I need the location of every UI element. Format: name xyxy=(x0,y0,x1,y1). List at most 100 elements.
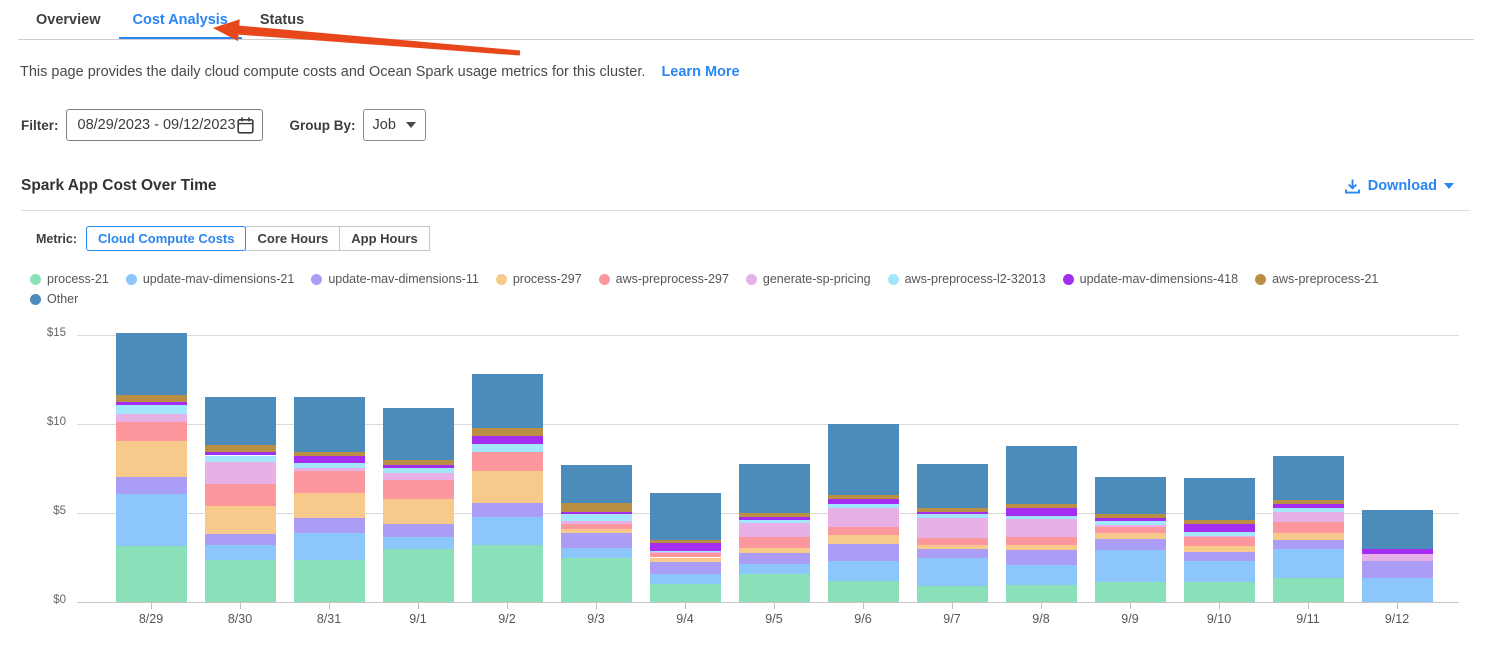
legend-item-process-297[interactable]: process-297 xyxy=(496,272,582,286)
bar-segment-9/2-update-mav-dimensions-418 xyxy=(472,436,543,444)
bar-segment-8/31-other xyxy=(294,397,365,452)
x-axis-tick xyxy=(1308,603,1309,609)
bar-segment-9/10-process-297 xyxy=(1184,546,1255,552)
bar-segment-8/29-update-mav-dimensions-11 xyxy=(116,477,187,495)
bar-segment-9/6-process-21 xyxy=(828,581,899,602)
bar-segment-9/8-aws-preprocess-297 xyxy=(1006,537,1077,545)
bar-segment-9/5-other xyxy=(739,464,810,513)
bar-segment-9/4-update-mav-dimensions-418 xyxy=(650,543,721,550)
legend-dot xyxy=(1255,274,1266,285)
bar-segment-9/5-update-mav-dimensions-21 xyxy=(739,564,810,573)
bar-segment-8/29-generate-sp-pricing xyxy=(116,414,187,422)
metric-option-app-hours[interactable]: App Hours xyxy=(339,226,429,251)
metric-option-core-hours[interactable]: Core Hours xyxy=(245,226,340,251)
x-axis-tick xyxy=(863,603,864,609)
legend-item-update-mav-dimensions-11[interactable]: update-mav-dimensions-11 xyxy=(311,272,479,286)
metric-option-cloud-compute-costs[interactable]: Cloud Compute Costs xyxy=(86,226,247,251)
x-axis-tick xyxy=(418,603,419,609)
bar-segment-9/2-process-297 xyxy=(472,471,543,503)
bar-segment-8/31-process-21 xyxy=(294,560,365,602)
tab-status[interactable]: Status xyxy=(246,0,318,40)
bar-segment-9/1-other xyxy=(383,408,454,460)
download-button[interactable]: Download xyxy=(1344,178,1454,195)
bar-segment-9/7-update-mav-dimensions-21 xyxy=(917,558,988,586)
legend-item-other[interactable]: Other xyxy=(30,292,78,306)
description-text: This page provides the daily cloud compu… xyxy=(20,64,645,80)
bar-segment-9/10-process-21 xyxy=(1184,582,1255,602)
bar-segment-9/4-process-297 xyxy=(650,558,721,562)
bar-segment-9/8-process-297 xyxy=(1006,545,1077,550)
bar-segment-9/12-other xyxy=(1362,510,1433,549)
x-axis-tick xyxy=(685,603,686,609)
bar-segment-9/9-aws-preprocess-21 xyxy=(1095,514,1166,518)
x-axis-tick-label: 9/3 xyxy=(561,612,631,626)
bar-segment-9/11-aws-preprocess-l2-32013 xyxy=(1273,508,1344,511)
bar-segment-9/8-other xyxy=(1006,446,1077,505)
bar-segment-8/31-aws-preprocess-l2-32013 xyxy=(294,463,365,468)
bar-segment-9/7-process-297 xyxy=(917,545,988,549)
x-axis-tick-label: 9/5 xyxy=(739,612,809,626)
bar-segment-9/4-generate-sp-pricing xyxy=(650,552,721,553)
chart-legend: process-21 update-mav-dimensions-21 update… xyxy=(30,272,1430,306)
bar-segment-8/29-aws-preprocess-21 xyxy=(116,395,187,402)
bar-segment-9/4-aws-preprocess-297 xyxy=(650,553,721,558)
legend-item-update-mav-dimensions-21[interactable]: update-mav-dimensions-21 xyxy=(126,272,294,286)
bar-segment-9/2-other xyxy=(472,374,543,428)
bar-segment-8/30-process-297 xyxy=(205,506,276,534)
bar-segment-9/11-update-mav-dimensions-21 xyxy=(1273,549,1344,577)
x-axis-tick-label: 9/8 xyxy=(1006,612,1076,626)
bar-segment-9/6-update-mav-dimensions-11 xyxy=(828,544,899,561)
page-description: This page provides the daily cloud compu… xyxy=(20,64,740,80)
bar-segment-9/1-process-21 xyxy=(383,549,454,602)
group-by-label: Group By: xyxy=(290,118,356,133)
bar-segment-9/3-process-297 xyxy=(561,529,632,533)
bar-segment-9/9-process-21 xyxy=(1095,582,1166,602)
bar-segment-9/4-aws-preprocess-21 xyxy=(650,540,721,543)
section-title: Spark App Cost Over Time xyxy=(21,177,217,195)
legend-item-update-mav-dimensions-418[interactable]: update-mav-dimensions-418 xyxy=(1063,272,1238,286)
bar-segment-9/8-aws-preprocess-l2-32013 xyxy=(1006,516,1077,519)
legend-item-aws-preprocess-297[interactable]: aws-preprocess-297 xyxy=(599,272,729,286)
date-range-value: 08/29/2023 - 09/12/2023 xyxy=(78,117,236,133)
x-axis-tick xyxy=(240,603,241,609)
legend-label: update-mav-dimensions-21 xyxy=(143,272,294,286)
tab-cost-analysis[interactable]: Cost Analysis xyxy=(119,0,242,40)
stacked-bar-chart: $0$5$10$158/298/308/319/19/29/39/49/59/6… xyxy=(0,322,1490,640)
group-by-select[interactable]: Job xyxy=(363,109,426,141)
legend-item-aws-preprocess-21[interactable]: aws-preprocess-21 xyxy=(1255,272,1378,286)
date-range-input[interactable]: 08/29/2023 - 09/12/2023 xyxy=(66,109,263,141)
bar-segment-9/10-other xyxy=(1184,478,1255,520)
legend-label: process-297 xyxy=(513,272,582,286)
bar-segment-9/12-generate-sp-pricing xyxy=(1362,554,1433,561)
bar-segment-9/6-update-mav-dimensions-418 xyxy=(828,499,899,504)
bar-segment-9/8-update-mav-dimensions-11 xyxy=(1006,550,1077,564)
bar-segment-9/2-update-mav-dimensions-11 xyxy=(472,503,543,517)
y-axis-tick-label: $15 xyxy=(20,327,66,339)
x-axis-tick xyxy=(1130,603,1131,609)
bar-segment-9/11-other xyxy=(1273,456,1344,500)
bar-segment-9/10-update-mav-dimensions-21 xyxy=(1184,561,1255,582)
x-axis-tick xyxy=(329,603,330,609)
legend-item-generate-sp-pricing[interactable]: generate-sp-pricing xyxy=(746,272,871,286)
bar-segment-9/8-update-mav-dimensions-21 xyxy=(1006,565,1077,585)
legend-item-aws-preprocess-l2-32013[interactable]: aws-preprocess-l2-32013 xyxy=(888,272,1046,286)
legend-dot xyxy=(599,274,610,285)
bar-segment-8/29-aws-preprocess-297 xyxy=(116,422,187,441)
tab-overview[interactable]: Overview xyxy=(22,0,115,40)
bar-segment-9/1-aws-preprocess-21 xyxy=(383,460,454,466)
learn-more-link[interactable]: Learn More xyxy=(661,64,739,80)
bar-segment-9/1-update-mav-dimensions-418 xyxy=(383,465,454,467)
legend-dot xyxy=(126,274,137,285)
x-axis-tick xyxy=(1041,603,1042,609)
bar-segment-9/10-generate-sp-pricing xyxy=(1184,536,1255,537)
bar-segment-9/10-update-mav-dimensions-11 xyxy=(1184,552,1255,561)
legend-label: aws-preprocess-l2-32013 xyxy=(905,272,1046,286)
bar-segment-9/4-process-21 xyxy=(650,584,721,602)
bar-segment-8/31-aws-preprocess-297 xyxy=(294,471,365,493)
x-axis-tick-label: 9/10 xyxy=(1184,612,1254,626)
legend-label: aws-preprocess-297 xyxy=(616,272,729,286)
tab-cost-analysis-label: Cost Analysis xyxy=(133,12,228,28)
legend-item-process-21[interactable]: process-21 xyxy=(30,272,109,286)
bar-segment-9/6-process-297 xyxy=(828,535,899,544)
bar-segment-9/8-process-21 xyxy=(1006,585,1077,602)
